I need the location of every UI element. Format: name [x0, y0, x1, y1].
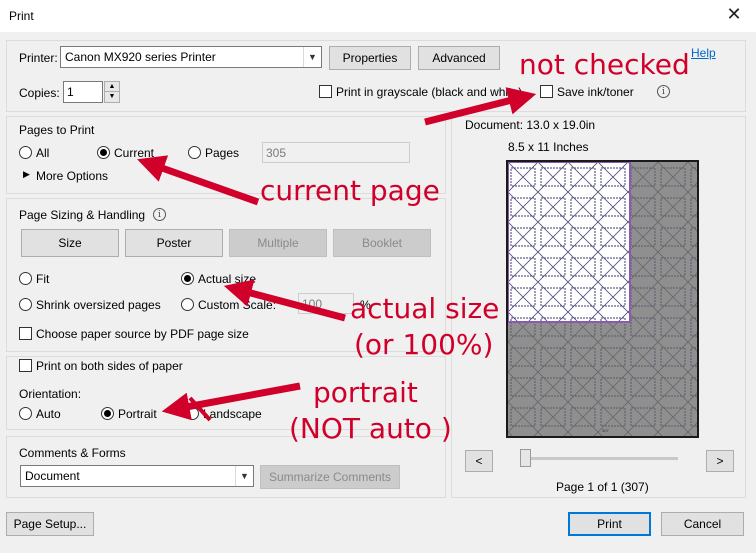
annotation-or-100: (or 100%) — [354, 328, 494, 361]
annotation-not-checked: not checked — [519, 48, 690, 81]
annotation-actual-size: actual size — [350, 292, 500, 325]
annotation-arrows — [137, 87, 537, 422]
arrow-current-page — [137, 155, 260, 206]
annotation-current-page: current page — [260, 174, 440, 207]
arrow-not-checked — [424, 87, 537, 126]
annotation-not-auto: (NOT auto ) — [289, 412, 452, 445]
annotation-portrait: portrait — [313, 376, 418, 409]
arrow-portrait — [161, 382, 301, 421]
arrow-actual-size — [223, 279, 346, 322]
